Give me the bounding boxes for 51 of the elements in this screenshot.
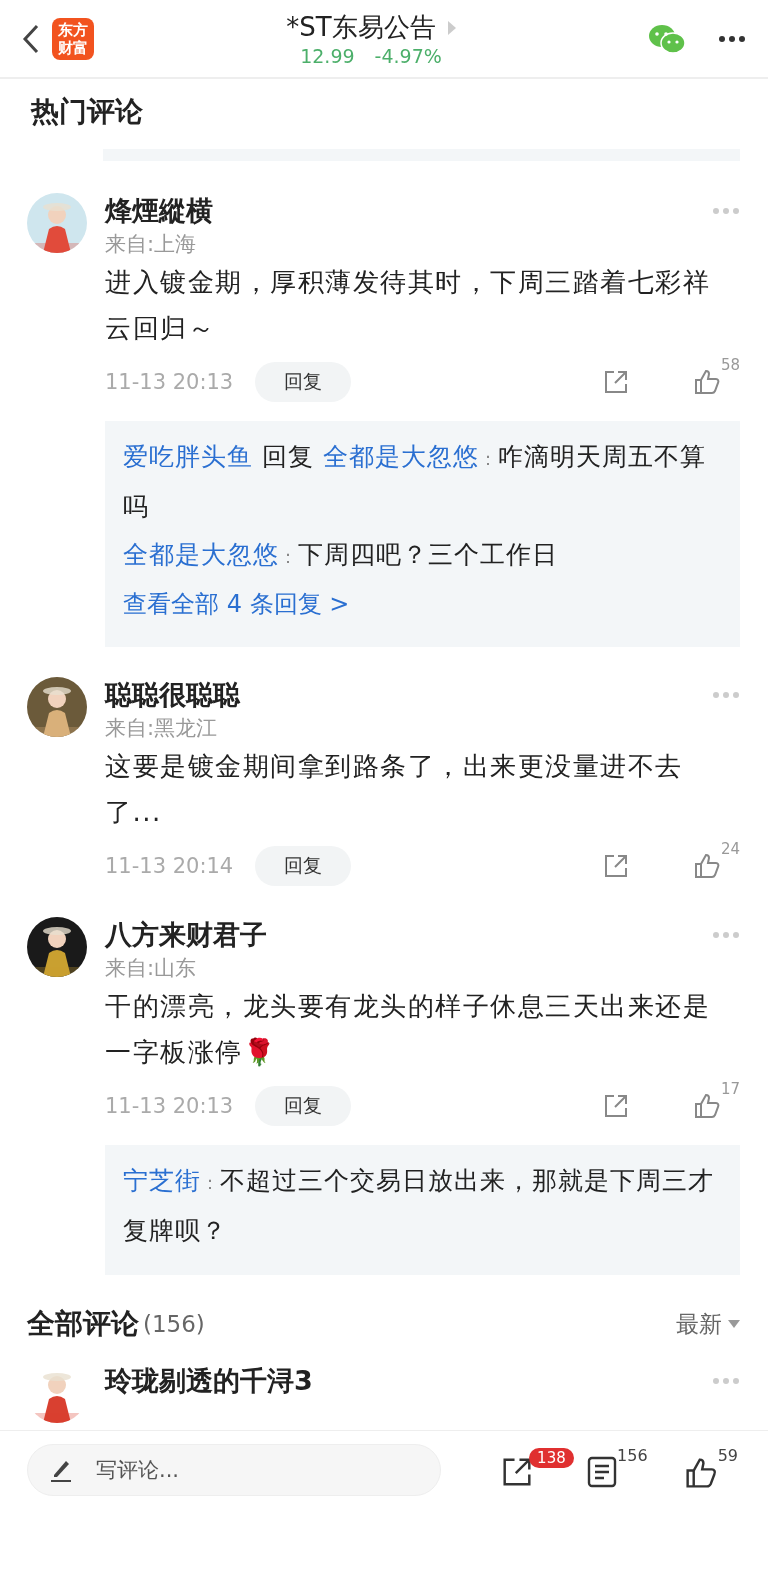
comment-count: (156)	[143, 1311, 205, 1337]
thumbs-up-icon[interactable]	[683, 1456, 718, 1490]
back-icon[interactable]	[22, 23, 40, 54]
comment-field[interactable]: 写评论...	[27, 1444, 441, 1496]
comment-text: 进入镀金期，厚积薄发待其时，下周三踏着七彩祥云回归～	[105, 266, 711, 345]
thumbs-up-icon[interactable]	[692, 852, 721, 880]
likes-count: 59	[717, 1446, 738, 1467]
thumbs-up-icon[interactable]	[692, 1092, 721, 1120]
pencil-icon	[50, 1458, 72, 1482]
comment-input-field[interactable]: 写评论...	[94, 1457, 348, 1483]
comments-count: 156	[617, 1446, 648, 1467]
sort-dropdown[interactable]: 最新	[676, 1308, 740, 1340]
user-link[interactable]: 全都是大忽悠	[322, 442, 479, 471]
price-change: -4.97%	[374, 45, 442, 67]
user-link[interactable]: 爱吃胖头鱼	[123, 442, 253, 471]
more-icon[interactable]	[718, 34, 746, 43]
page-title: *ST东易公告	[286, 11, 436, 44]
comment-text: 这要是镀金期间拿到路条了，出来更没量进不去了...	[105, 750, 684, 829]
user-name[interactable]: 玲珑剔透的千浔3	[105, 1363, 313, 1399]
notification-badge: 138	[529, 1448, 574, 1468]
caret-icon	[728, 1320, 740, 1328]
user-link[interactable]: 全都是大忽悠	[123, 540, 279, 569]
timestamp: 11-13 20:13	[105, 370, 235, 394]
user-name[interactable]: 烽煙縱横	[105, 193, 213, 229]
section-title: 全部评论	[27, 1306, 139, 1342]
like-count: 58	[720, 356, 740, 374]
reply-button[interactable]: 回复	[255, 1086, 351, 1126]
reply-button[interactable]: 回复	[255, 362, 351, 402]
reply-text: 爱吃胖头鱼 回复 全都是大忽悠：咋滴明天周五不算吗	[123, 441, 707, 523]
comment-text: 干的漂亮，龙头要有龙头的样子休息三天出来还是一字板涨停🌹	[105, 990, 711, 1069]
location-text: 来自:上海	[105, 231, 198, 258]
reply-text: 宁芝街：不超过三个交易日放出来，那就是下周三才复牌呗？	[123, 1165, 715, 1247]
location-text: 来自:山东	[105, 955, 198, 982]
wechat-icon[interactable]	[648, 23, 686, 54]
share-icon[interactable]	[501, 1456, 534, 1488]
user-name[interactable]: 聪聪很聪聪	[105, 677, 240, 713]
list-icon[interactable]	[587, 1456, 618, 1488]
location-text: 来自:黑龙江	[105, 715, 219, 742]
like-count: 24	[720, 840, 740, 858]
section-title: 热门评论	[29, 94, 144, 130]
thumbs-up-icon[interactable]	[692, 368, 721, 396]
user-name[interactable]: 八方来财君子	[105, 917, 267, 953]
reply-button[interactable]: 回复	[255, 846, 351, 886]
user-link[interactable]: 宁芝街	[123, 1166, 201, 1195]
timestamp: 11-13 20:13	[105, 1094, 235, 1118]
stock-price: 12.99	[300, 45, 355, 67]
view-all-replies-link[interactable]: 查看全部 4 条回复 >	[123, 581, 722, 627]
app-logo: 东方财富	[52, 17, 94, 60]
timestamp: 11-13 20:14	[105, 854, 235, 878]
like-count: 17	[720, 1080, 740, 1098]
reply-text: 全都是大忽悠：下周四吧？三个工作日	[123, 539, 559, 571]
